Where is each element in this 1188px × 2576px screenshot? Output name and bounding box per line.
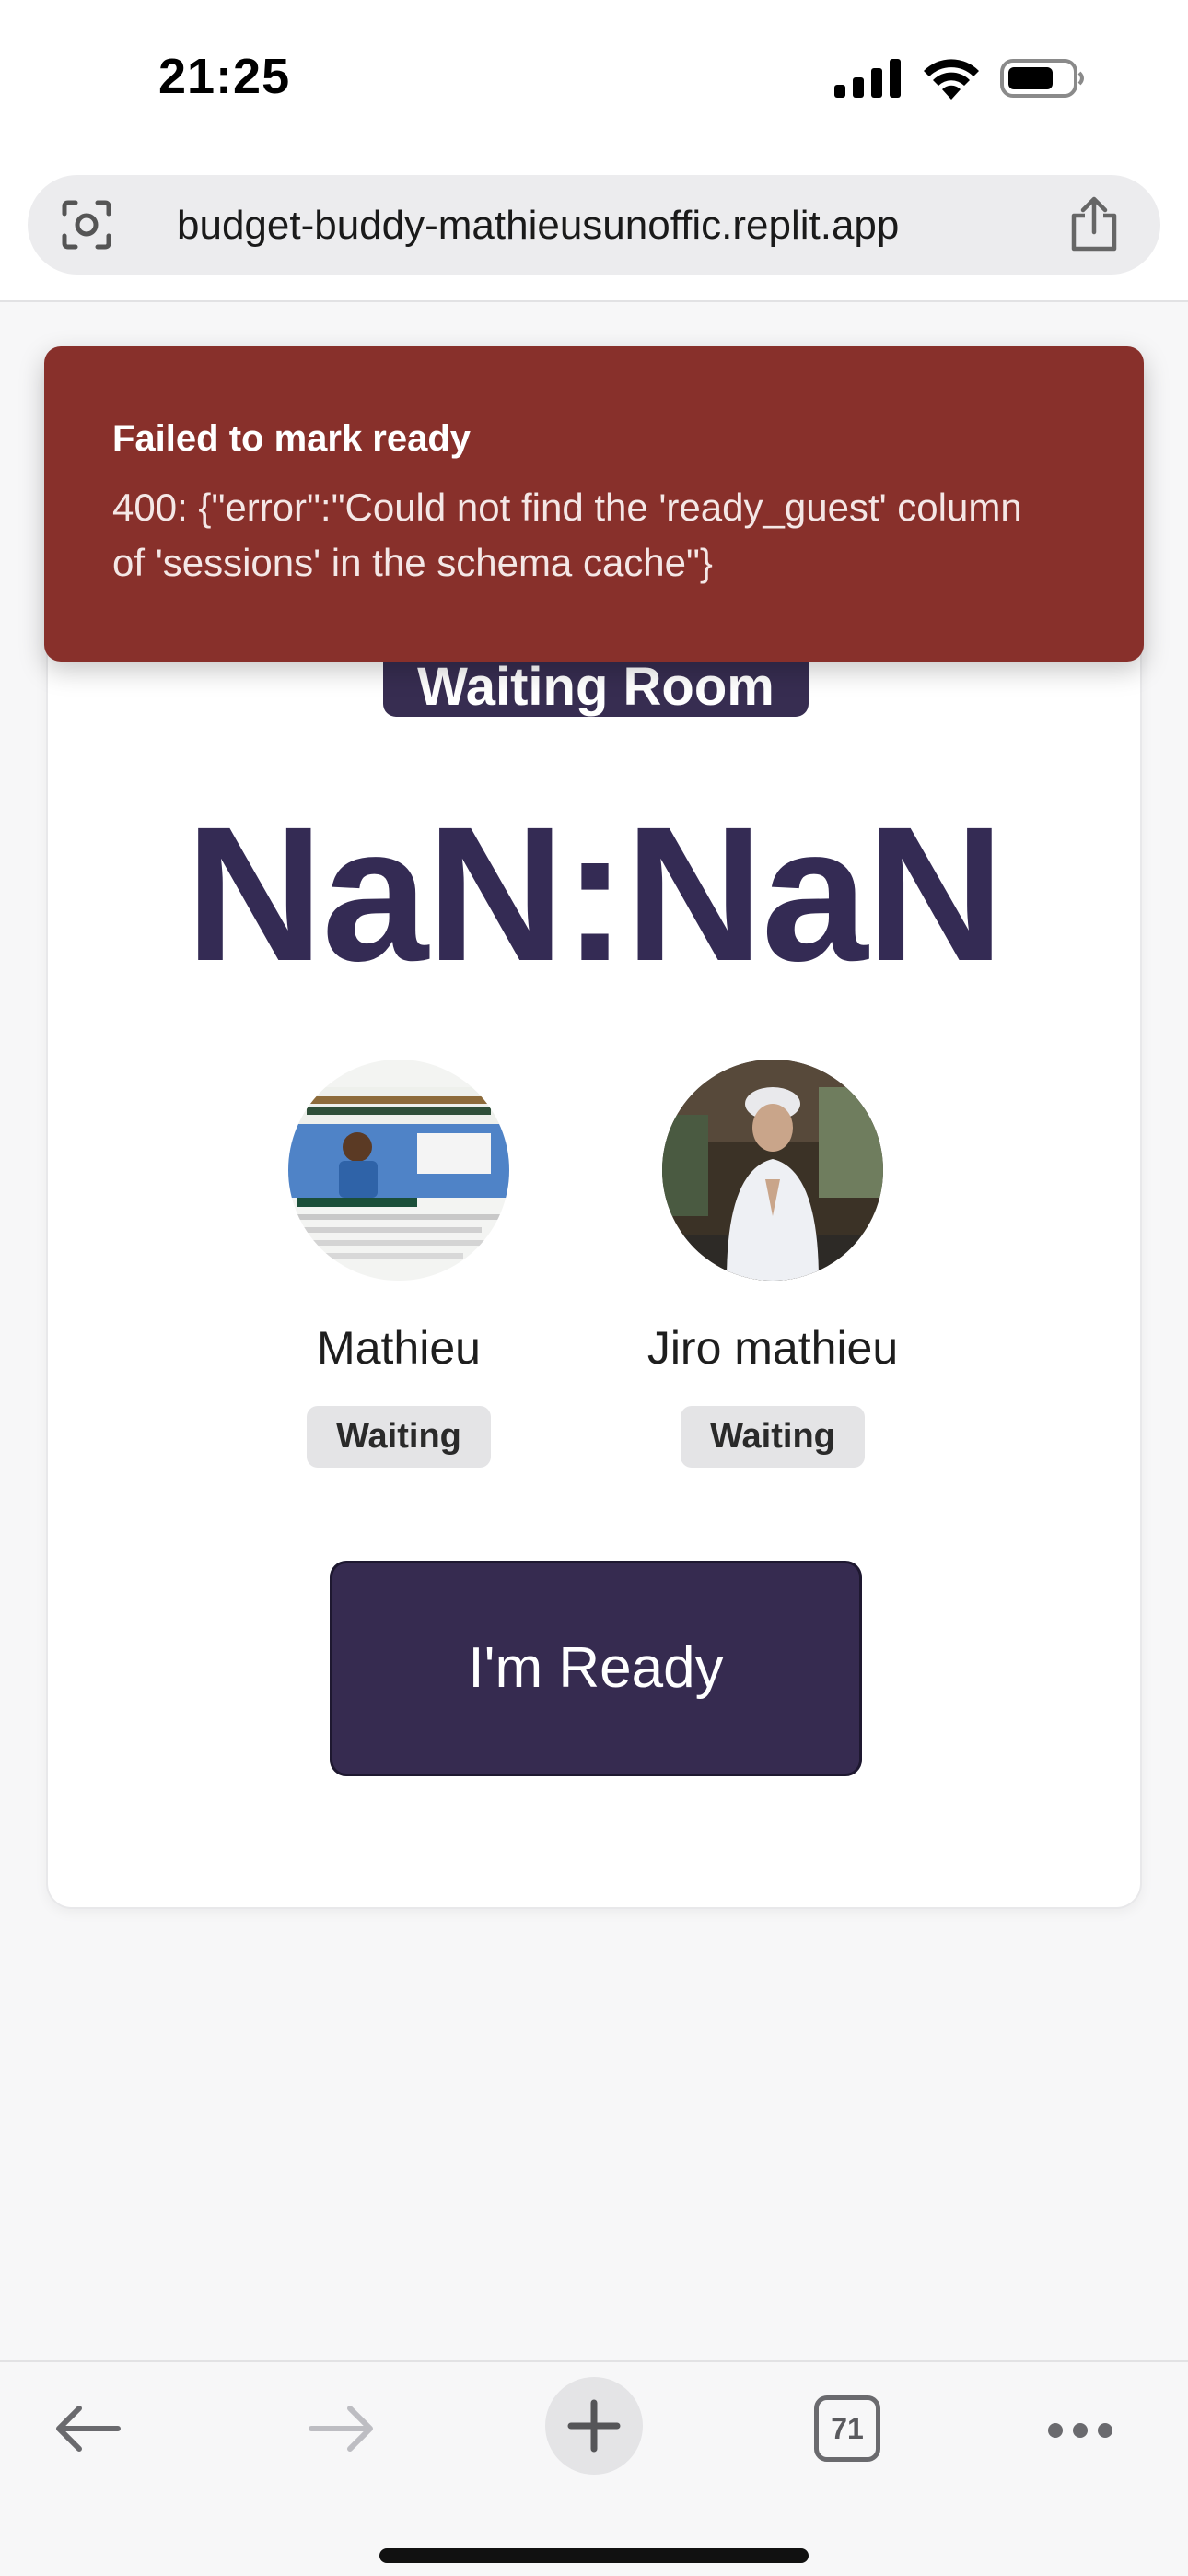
lens-icon[interactable]: [61, 199, 112, 251]
browser-address-area: budget-buddy-mathieusunoffic.replit.app: [0, 166, 1188, 302]
player-name: Jiro mathieu: [646, 1322, 899, 1374]
signal-icon: [834, 59, 901, 98]
player-name: Mathieu: [317, 1322, 481, 1374]
address-bar[interactable]: budget-buddy-mathieusunoffic.replit.app: [28, 175, 1160, 275]
status-badge: Waiting: [307, 1406, 491, 1468]
status-bar: 21:25: [0, 0, 1188, 166]
new-tab-button[interactable]: [545, 2377, 643, 2475]
status-time: 21:25: [158, 49, 291, 104]
battery-icon: [1000, 59, 1084, 98]
wifi-icon: [924, 59, 979, 100]
player-card: Jiro mathieu Waiting: [588, 1060, 957, 1468]
avatar-image: [288, 1060, 509, 1281]
countdown-timer: NaN:NaN: [185, 788, 1004, 1001]
im-ready-button[interactable]: I'm Ready: [330, 1561, 862, 1776]
status-badge: Waiting: [681, 1406, 865, 1468]
plus-icon: [567, 2399, 621, 2453]
tabs-icon[interactable]: 71: [814, 2395, 880, 2462]
screen: 21:25 budget-buddy-mathieusunoffic.repli…: [0, 0, 1188, 2576]
share-icon[interactable]: [1066, 195, 1122, 252]
avatar: [662, 1060, 883, 1281]
status-icons: [834, 57, 1085, 100]
home-indicator: [379, 2548, 809, 2563]
url-text[interactable]: budget-buddy-mathieusunoffic.replit.app: [177, 203, 899, 249]
back-arrow-icon[interactable]: [53, 2403, 122, 2454]
browser-toolbar: 71: [0, 2360, 1188, 2576]
more-icon[interactable]: [1046, 2421, 1114, 2440]
forward-arrow-icon[interactable]: [308, 2403, 376, 2454]
error-toast[interactable]: Failed to mark ready 400: {"error":"Coul…: [44, 346, 1144, 662]
toast-message: 400: {"error":"Could not find the 'ready…: [112, 486, 1022, 584]
avatar-image: [662, 1060, 883, 1281]
avatar: [288, 1060, 509, 1281]
player-card: Mathieu Waiting: [215, 1060, 583, 1468]
toast-title: Failed to mark ready: [112, 418, 472, 459]
